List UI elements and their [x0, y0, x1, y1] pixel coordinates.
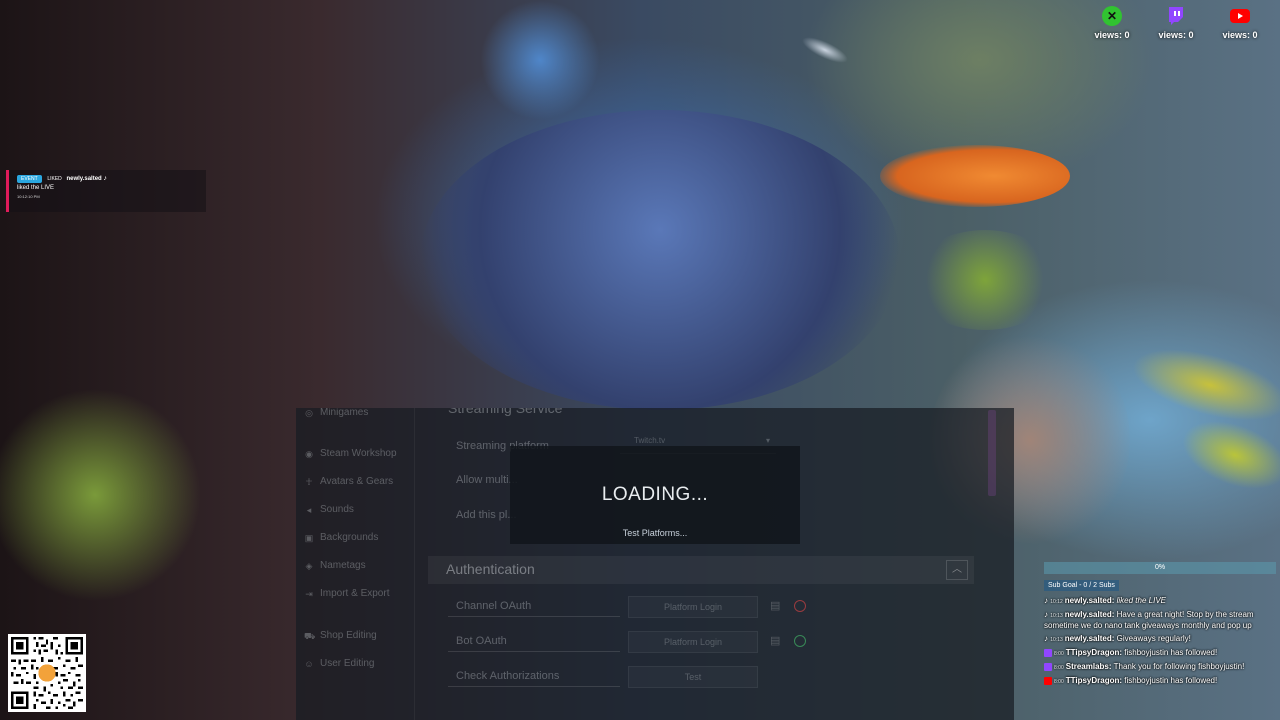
avatar-icon: ☥: [305, 476, 313, 487]
import-export-icon: ⇥: [305, 588, 313, 599]
authentication-title: Authentication: [446, 561, 535, 577]
add-platform-label: Add this pl...: [456, 509, 517, 521]
notification-time: 10:12:10 PM: [17, 194, 40, 199]
sub-goal-label: Sub Goal - 0 / 2 Subs: [1044, 580, 1119, 591]
clipboard-icon[interactable]: ▤: [770, 634, 780, 647]
twitch-views-label: views: 0: [1158, 30, 1194, 40]
channel-oauth-login-button[interactable]: Platform Login: [628, 596, 758, 618]
sidebar-item-steam-workshop[interactable]: ◉ Steam Workshop: [304, 448, 396, 459]
streaming-section-title: Streaming Service: [448, 408, 563, 416]
notification-username: newly.salted: [66, 176, 102, 182]
xbox-views-label: views: 0: [1094, 30, 1130, 40]
orange-fish: [880, 145, 1070, 207]
loading-subtitle: Test Platforms...: [622, 528, 688, 538]
sidebar-item-user-editing[interactable]: ☺ User Editing: [304, 658, 374, 669]
error-status-icon: [794, 600, 806, 612]
sidebar-item-backgrounds[interactable]: ▣ Backgrounds: [304, 532, 379, 543]
authentication-header[interactable]: Authentication ︿: [428, 556, 974, 584]
sub-goal-percent: 0%: [1154, 564, 1166, 571]
like-notification: EVENT LIKED newly.salted ♪ liked the LIV…: [6, 170, 206, 212]
sidebar-item-shop-editing[interactable]: ⛟ Shop Editing: [304, 630, 377, 641]
sidebar-item-avatars[interactable]: ☥ Avatars & Gears: [304, 476, 394, 487]
chat-message: ♪ 10:13 newly.salted: Giveaways regularly…: [1044, 634, 1191, 643]
tag-icon: ◈: [305, 560, 313, 571]
chevron-down-icon: ▾: [765, 436, 770, 445]
notification-badge: EVENT: [17, 175, 42, 183]
sub-goal-widget: 0% Sub Goal - 0 / 2 Subs: [1044, 562, 1276, 592]
tiktok-icon: ♪: [103, 175, 107, 182]
chat-message: 8:00 TTipsyDragon: fishboyjustin has foll…: [1044, 648, 1276, 659]
channel-oauth-field: [448, 596, 620, 617]
loading-title: LOADING...: [601, 484, 709, 505]
twitch-icon: [1044, 648, 1052, 657]
sidebar-item-minigames[interactable]: ◎ Minigames: [304, 408, 368, 418]
sub-goal-progress-bar: 0%: [1044, 562, 1276, 574]
gamepad-icon: ◎: [305, 408, 313, 418]
tiktok-icon: ♪: [1044, 634, 1048, 643]
youtube-views-label: views: 0: [1222, 30, 1258, 40]
chat-message: 8:00 TTipsyDragon: fishboyjustin has foll…: [1044, 676, 1276, 687]
twitch-icon: [1166, 6, 1186, 26]
coral-top: [480, 0, 600, 120]
notification-text: liked the LIVE: [17, 185, 55, 191]
twitch-views: views: 0: [1144, 6, 1208, 40]
qr-code: [8, 634, 86, 712]
loading-modal: LOADING... Test Platforms...: [510, 446, 800, 544]
youtube-views: views: 0: [1208, 6, 1272, 40]
chat-message: ♪ 10:12 newly.salted: liked the LIVE: [1044, 596, 1166, 605]
sidebar-item-nametags[interactable]: ◈ Nametags: [304, 560, 366, 571]
xbox-icon: ✕: [1102, 6, 1122, 26]
check-authorizations-field: [448, 666, 620, 687]
sidebar-item-import-export[interactable]: ⇥ Import & Export: [304, 588, 389, 599]
chat-box: ♪ 10:12 newly.salted: liked the LIVE ♪ 10…: [1044, 596, 1276, 690]
clipboard-icon[interactable]: ▤: [770, 599, 780, 612]
scrollbar[interactable]: [988, 410, 996, 496]
shop-icon: ⛟: [304, 630, 316, 641]
image-icon: ▣: [304, 532, 314, 543]
speaker-icon: ◂: [306, 504, 312, 515]
youtube-icon: [1230, 6, 1250, 26]
xbox-views: ✕ views: 0: [1080, 6, 1144, 40]
tiktok-icon: ♪: [1044, 596, 1048, 605]
collapse-chevron-icon[interactable]: ︿: [946, 560, 968, 580]
ok-status-icon: [794, 635, 806, 647]
youtube-icon: [1044, 676, 1052, 685]
tiktok-icon: ♪: [1044, 610, 1048, 619]
notification-tag: LIKED: [47, 176, 62, 182]
allow-multi-label: Allow multi...: [456, 474, 518, 486]
bot-oauth-field: [448, 631, 620, 652]
steam-icon: ◉: [305, 448, 313, 459]
chat-message: 8:00 Streamlabs: Thank you for following …: [1044, 662, 1276, 673]
user-icon: ☺: [304, 658, 314, 669]
chat-message: ♪ 10:13 newly.salted: Have a great night!…: [1044, 610, 1254, 630]
green-plant-mid: [910, 230, 1060, 330]
bot-oauth-login-button[interactable]: Platform Login: [628, 631, 758, 653]
coral-rock: [420, 110, 900, 410]
test-button[interactable]: Test: [628, 666, 758, 688]
sidebar-item-sounds[interactable]: ◂ Sounds: [304, 504, 354, 515]
settings-sidebar: ◎ Minigames ◉ Steam Workshop ☥ Avatars & Ge…: [296, 408, 415, 720]
twitch-icon: [1044, 662, 1052, 671]
